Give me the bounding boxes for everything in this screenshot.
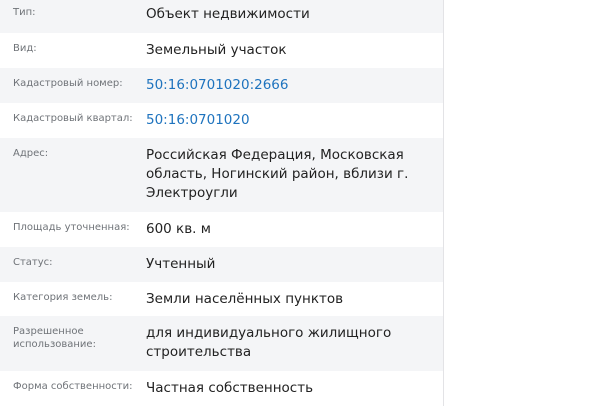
row-value: Объект недвижимости — [146, 6, 310, 22]
row-label: Форма собственности: — [13, 381, 133, 392]
row-kind: Вид: Земельный участок — [0, 33, 443, 68]
row-label: Адрес: — [13, 148, 49, 159]
row-value: Российская Федерация, Московская область… — [146, 147, 409, 201]
cadastral-number-link[interactable]: 50:16:0701020:2666 — [146, 76, 443, 95]
row-cadastral-number: Кадастровый номер: 50:16:0701020:2666 — [0, 68, 443, 103]
row-area: Площадь уточненная: 600 кв. м — [0, 212, 443, 247]
row-value: Частная собственность — [146, 380, 314, 396]
row-label: Тип: — [13, 7, 36, 18]
row-address: Адрес: Российская Федерация, Московская … — [0, 138, 443, 212]
row-label: Кадастровый номер: — [13, 78, 123, 89]
row-label: Кадастровый квартал: — [13, 113, 133, 124]
row-label: Вид: — [13, 43, 37, 54]
row-value: 600 кв. м — [146, 221, 211, 237]
row-value: Земли населённых пунктов — [146, 291, 344, 307]
row-label: Статус: — [13, 257, 53, 268]
property-details-panel: Тип: Объект недвижимости Вид: Земельный … — [0, 0, 443, 406]
cadastral-quarter-link[interactable]: 50:16:0701020 — [146, 111, 443, 130]
panel-divider — [443, 0, 444, 406]
row-cadastral-quarter: Кадастровый квартал: 50:16:0701020 — [0, 103, 443, 138]
row-label: Категория земель: — [13, 292, 113, 303]
row-permitted-use: Разрешенное использование: для индивидуа… — [0, 316, 443, 371]
row-value: для индивидуального жилищного строительс… — [146, 325, 392, 360]
row-land-category: Категория земель: Земли населённых пункт… — [0, 282, 443, 316]
row-type: Тип: Объект недвижимости — [0, 0, 443, 33]
row-status: Статус: Учтенный — [0, 247, 443, 282]
row-label: Площадь уточненная: — [13, 222, 130, 233]
row-value: Земельный участок — [146, 42, 287, 58]
row-ownership-form: Форма собственности: Частная собственнос… — [0, 371, 443, 406]
row-value: Учтенный — [146, 256, 216, 272]
row-label: Разрешенное использование: — [13, 326, 96, 350]
